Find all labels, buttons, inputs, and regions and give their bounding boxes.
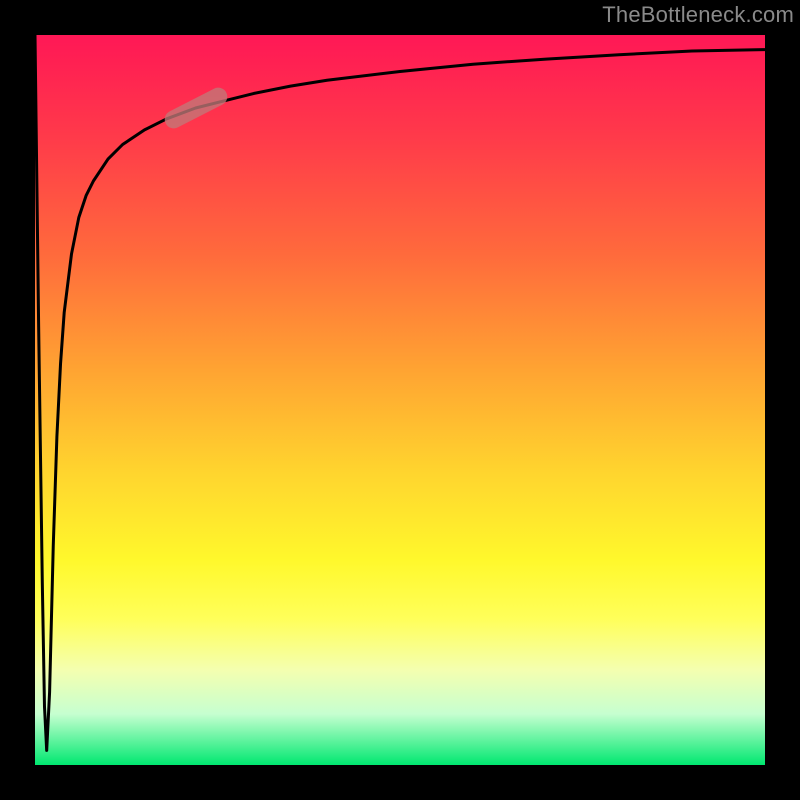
bottleneck-chart: TheBottleneck.com xyxy=(0,0,800,800)
watermark-text: TheBottleneck.com xyxy=(602,2,794,28)
bottleneck-curve xyxy=(35,35,765,765)
plot-area xyxy=(35,35,765,765)
